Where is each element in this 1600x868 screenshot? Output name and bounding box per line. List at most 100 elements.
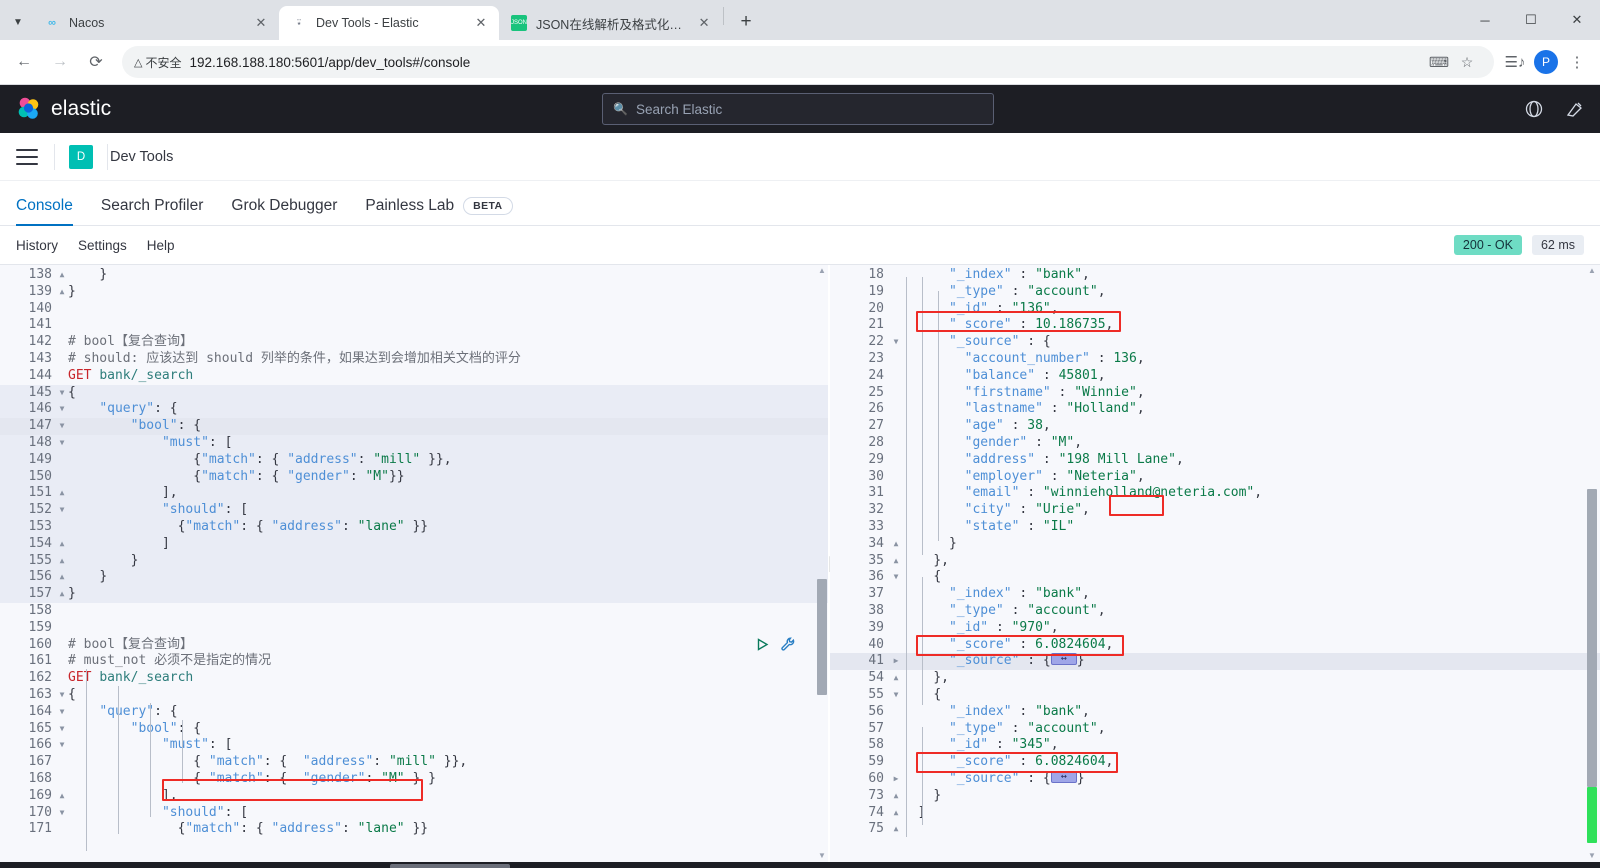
fold-toggle-icon[interactable] [56, 519, 68, 523]
wrench-icon[interactable] [780, 636, 796, 656]
collapsed-source-widget[interactable] [1050, 652, 1077, 666]
fold-toggle-icon[interactable]: ▼ [56, 737, 68, 749]
fold-toggle-icon[interactable] [56, 670, 68, 674]
horizontal-scrollbar-thumb[interactable] [390, 864, 510, 868]
fold-toggle-icon[interactable] [890, 452, 902, 456]
fold-toggle-icon[interactable] [890, 401, 902, 405]
fold-toggle-icon[interactable]: ▼ [56, 721, 68, 733]
code-line[interactable]: 28 "gender" : "M", [830, 435, 1600, 452]
fold-toggle-icon[interactable] [890, 469, 902, 473]
maximize-button[interactable]: ☐ [1508, 0, 1554, 40]
code-line[interactable]: 56 "_index" : "bank", [830, 704, 1600, 721]
fold-toggle-icon[interactable] [56, 771, 68, 775]
fold-toggle-icon[interactable]: ▼ [890, 569, 902, 581]
security-indicator[interactable]: △ 不安全 [134, 54, 181, 71]
reload-button[interactable]: ⟳ [80, 46, 112, 78]
code-line[interactable]: 57 "_type" : "account", [830, 721, 1600, 738]
response-viewer-scrollbar[interactable]: ▲ ▼ [1586, 267, 1598, 860]
address-bar[interactable]: △ 不安全 192.168.188.180:5601/app/dev_tools… [122, 46, 1494, 78]
fold-toggle-icon[interactable] [56, 603, 68, 607]
fold-toggle-icon[interactable]: ▼ [56, 502, 68, 514]
fold-toggle-icon[interactable]: ▶ [890, 771, 902, 783]
reading-list-icon[interactable]: ☰♪ [1500, 47, 1530, 77]
code-line[interactable]: 170 ▼ "should": [ [0, 805, 830, 822]
browser-menu-icon[interactable]: ⋮ [1562, 47, 1592, 77]
code-line[interactable]: 24 "balance" : 45801, [830, 368, 1600, 385]
code-line[interactable]: 22 ▼ "_source" : { [830, 334, 1600, 351]
code-line[interactable]: 58 "_id" : "345", [830, 737, 1600, 754]
fold-toggle-icon[interactable]: ▼ [56, 401, 68, 413]
close-icon[interactable]: ✕ [473, 15, 489, 31]
code-line[interactable]: 20 "_id" : "136", [830, 301, 1600, 318]
fold-toggle-icon[interactable]: ▼ [56, 418, 68, 430]
fold-toggle-icon[interactable] [56, 334, 68, 338]
code-line[interactable]: 54 ▲ }, [830, 670, 1600, 687]
settings-button[interactable]: Settings [78, 238, 127, 253]
fold-toggle-icon[interactable] [890, 368, 902, 372]
fold-toggle-icon[interactable]: ▼ [56, 704, 68, 716]
code-line[interactable]: 73 ▲ } [830, 788, 1600, 805]
fold-toggle-icon[interactable] [890, 754, 902, 758]
fold-toggle-icon[interactable]: ▶ [890, 653, 902, 665]
fold-toggle-icon[interactable]: ▲ [56, 267, 68, 279]
window-horizontal-scrollbar[interactable] [0, 862, 1600, 868]
help-button[interactable]: Help [147, 238, 175, 253]
code-line[interactable]: 166 ▼ "must": [ [0, 737, 830, 754]
code-line[interactable]: 141 [0, 317, 830, 334]
scroll-up-arrow-icon[interactable]: ▲ [818, 267, 826, 275]
fold-toggle-icon[interactable] [56, 317, 68, 321]
code-line[interactable]: 167 { "match": { "address": "mill" }}, [0, 754, 830, 771]
code-line[interactable]: 37 "_index" : "bank", [830, 586, 1600, 603]
code-line[interactable]: 155 ▲ } [0, 552, 830, 570]
close-icon[interactable]: ✕ [253, 15, 269, 31]
response-viewer-pane[interactable]: 18 "_index" : "bank", 19 "_type" : "accou… [830, 265, 1600, 862]
code-line[interactable]: 139 ▲} [0, 284, 830, 301]
code-line[interactable]: 138 ▲ } [0, 267, 830, 284]
fold-toggle-icon[interactable] [890, 485, 902, 489]
play-icon[interactable] [755, 637, 770, 655]
fold-toggle-icon[interactable] [56, 620, 68, 624]
code-line[interactable]: 148 ▼ "must": [ [0, 434, 830, 452]
fold-toggle-icon[interactable]: ▼ [56, 687, 68, 699]
fold-toggle-icon[interactable]: ▼ [56, 435, 68, 447]
fold-toggle-icon[interactable] [56, 301, 68, 305]
fold-toggle-icon[interactable] [890, 721, 902, 725]
browser-tab-json[interactable]: JSON JSON在线解析及格式化验证 - J ✕ [499, 6, 721, 40]
fold-toggle-icon[interactable] [890, 267, 902, 271]
fold-toggle-icon[interactable] [890, 502, 902, 506]
code-line[interactable]: 40 "_score" : 6.0824604, [830, 637, 1600, 654]
code-line[interactable]: 59 "_score" : 6.0824604, [830, 754, 1600, 771]
code-line[interactable]: 21 "_score" : 10.186735, [830, 317, 1600, 334]
fold-toggle-icon[interactable]: ▼ [890, 687, 902, 699]
fold-toggle-icon[interactable] [890, 620, 902, 624]
code-line[interactable]: 151 ▲ ], [0, 485, 830, 503]
fold-toggle-icon[interactable]: ▲ [56, 569, 68, 581]
fold-toggle-icon[interactable] [890, 637, 902, 641]
code-line[interactable]: 33 "state" : "IL" [830, 519, 1600, 536]
code-line[interactable]: 159 [0, 620, 830, 637]
code-line[interactable]: 156 ▲ } [0, 569, 830, 587]
fold-toggle-icon[interactable]: ▲ [56, 586, 68, 598]
code-line[interactable]: 75 ▲ [830, 821, 1600, 838]
code-line[interactable]: 27 "age" : 38, [830, 418, 1600, 435]
code-line[interactable]: 161 # must_not 必须不是指定的情况 [0, 653, 830, 670]
close-window-button[interactable]: ✕ [1554, 0, 1600, 40]
fold-toggle-icon[interactable] [56, 754, 68, 758]
code-line[interactable]: 55 ▼ { [830, 687, 1600, 704]
fold-toggle-icon[interactable] [890, 418, 902, 422]
fold-toggle-icon[interactable] [56, 368, 68, 372]
code-line[interactable]: 140 [0, 301, 830, 318]
code-line[interactable]: 169 ▲ ], [0, 788, 830, 805]
code-line[interactable]: 164 ▼ "query": { [0, 704, 830, 721]
elastic-logo[interactable]: elastic [16, 96, 111, 122]
code-line[interactable]: 171 {"match": { "address": "lane" }} [0, 821, 830, 838]
fold-toggle-icon[interactable]: ▲ [890, 788, 902, 800]
fold-toggle-icon[interactable]: ▲ [56, 485, 68, 497]
code-line[interactable]: 157 ▲} [0, 586, 830, 603]
back-button[interactable]: ← [8, 46, 40, 78]
deployment-icon[interactable] [1565, 100, 1584, 119]
fold-toggle-icon[interactable]: ▲ [890, 553, 902, 565]
forward-button[interactable]: → [44, 46, 76, 78]
code-line[interactable]: 32 "city" : "Urie", [830, 502, 1600, 519]
fold-toggle-icon[interactable] [890, 519, 902, 523]
